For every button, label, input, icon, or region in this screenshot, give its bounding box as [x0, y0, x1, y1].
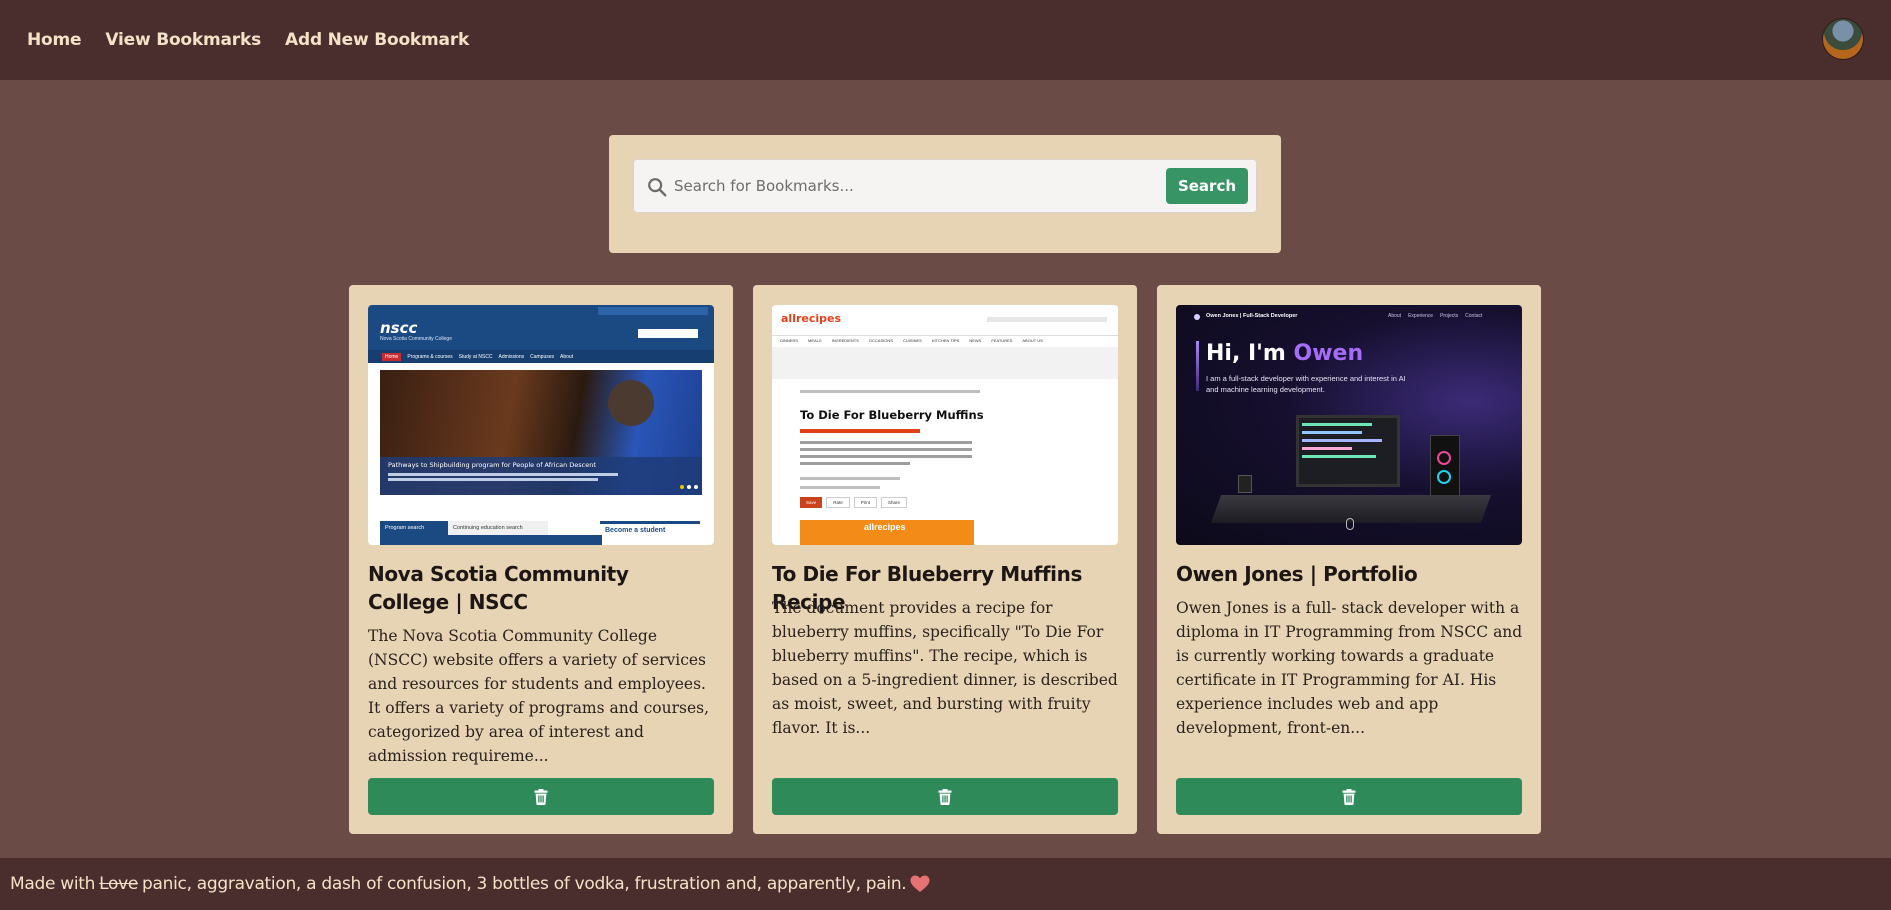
trash-icon — [938, 788, 952, 805]
screenshot-site-name: Owen Jones | Full-Stack Developer — [1206, 313, 1298, 319]
search-button[interactable]: Search — [1166, 168, 1248, 204]
bookmark-card: allrecipes DINNERS MEALS INGREDIENTS OCC… — [753, 285, 1137, 834]
screenshot-tab: Continuing education search — [448, 521, 548, 535]
screenshot-menu-item: Campuses — [530, 353, 555, 360]
screenshot-menu-item: About — [560, 353, 574, 360]
nav-add-bookmark-link[interactable]: Add New Bookmark — [285, 30, 469, 50]
screenshot-menu-item: Projects — [1440, 313, 1459, 319]
bookmark-card: nscc Nova Scotia Community College Home … — [349, 285, 733, 834]
screenshot-menu-item: OCCASIONS — [868, 338, 893, 343]
screenshot-tab: Program search — [380, 521, 448, 535]
screenshot-menu-item: FEATURES — [991, 338, 1013, 343]
bookmark-title[interactable]: Owen Jones | Portfolio — [1176, 560, 1522, 588]
delete-bookmark-button[interactable] — [1176, 778, 1522, 815]
screenshot-menu-item: CUISINES — [902, 338, 922, 343]
screenshot-banner: Pathways to Shipbuilding program for Peo… — [388, 461, 596, 469]
search-input[interactable] — [674, 166, 1154, 206]
screenshot-menu-item: ABOUT US — [1022, 338, 1043, 343]
bookmark-screenshot[interactable]: nscc Nova Scotia Community College Home … — [368, 305, 714, 545]
screenshot-button: Share — [881, 497, 908, 508]
search-panel: Search — [609, 135, 1281, 253]
footer-prefix: Made with — [10, 874, 96, 894]
screenshot-menu-item: Experience — [1408, 313, 1434, 319]
navbar: Home View Bookmarks Add New Bookmark — [0, 0, 1891, 80]
bookmark-card: Owen Jones | Full-Stack Developer About … — [1157, 285, 1541, 834]
screenshot-logo: nscc — [380, 319, 418, 337]
screenshot-menu-item: KITCHEN TIPS — [931, 338, 960, 343]
footer-struck-word: Love — [99, 874, 139, 894]
screenshot-menu-item: INGREDIENTS — [831, 338, 859, 343]
screenshot-name: Owen — [1293, 341, 1364, 366]
trash-icon — [1342, 788, 1356, 805]
nav-view-bookmarks-link[interactable]: View Bookmarks — [105, 30, 261, 50]
nav-home-link[interactable]: Home — [27, 30, 82, 50]
screenshot-menu-item: Contact — [1465, 313, 1483, 319]
bookmark-screenshot[interactable]: Owen Jones | Full-Stack Developer About … — [1176, 305, 1522, 545]
bookmark-description: The document provides a recipe for blueb… — [772, 599, 1118, 737]
delete-bookmark-button[interactable] — [368, 778, 714, 815]
search-box: Search — [633, 159, 1257, 213]
screenshot-menu-item: MEALS — [808, 338, 822, 343]
screenshot-subtitle: Nova Scotia Community College — [380, 336, 452, 342]
bookmark-title[interactable]: Nova Scotia Community College | NSCC — [368, 560, 714, 616]
search-icon — [648, 178, 667, 197]
footer: Made with Love panic, aggravation, a das… — [0, 858, 1891, 910]
screenshot-menu-item: DINNERS — [780, 338, 799, 343]
screenshot-greeting: Hi, I'm — [1206, 341, 1286, 366]
screenshot-watermark: allrecipes — [864, 522, 906, 532]
footer-text: panic, aggravation, a dash of confusion,… — [142, 874, 907, 894]
bookmark-screenshot[interactable]: allrecipes DINNERS MEALS INGREDIENTS OCC… — [772, 305, 1118, 545]
screenshot-menu-item: NEWS — [969, 338, 982, 343]
screenshot-menu-item: Programs & courses — [407, 353, 453, 360]
bookmark-description: Owen Jones is a full- stack developer wi… — [1176, 599, 1523, 737]
delete-bookmark-button[interactable] — [772, 778, 1118, 815]
screenshot-tagline: I am a full-stack developer with experie… — [1206, 374, 1406, 394]
screenshot-cta: Become a student — [600, 521, 700, 545]
screenshot-menu-item: Admissions — [498, 353, 525, 360]
screenshot-button: Print — [853, 497, 878, 508]
trash-icon — [534, 788, 548, 805]
screenshot-button: Rate — [826, 497, 850, 508]
screenshot-menu-item: Home — [382, 352, 402, 361]
screenshot-menu-item: About — [1388, 313, 1402, 319]
bookmark-description: The Nova Scotia Community College (NSCC)… — [368, 627, 709, 765]
screenshot-heading: To Die For Blueberry Muffins — [800, 408, 984, 422]
screenshot-button: Save — [800, 497, 823, 508]
screenshot-menu-item: Study at NSCC — [458, 353, 493, 360]
user-avatar[interactable] — [1822, 18, 1864, 60]
heart-icon — [910, 875, 930, 892]
screenshot-logo: allrecipes — [781, 312, 842, 325]
